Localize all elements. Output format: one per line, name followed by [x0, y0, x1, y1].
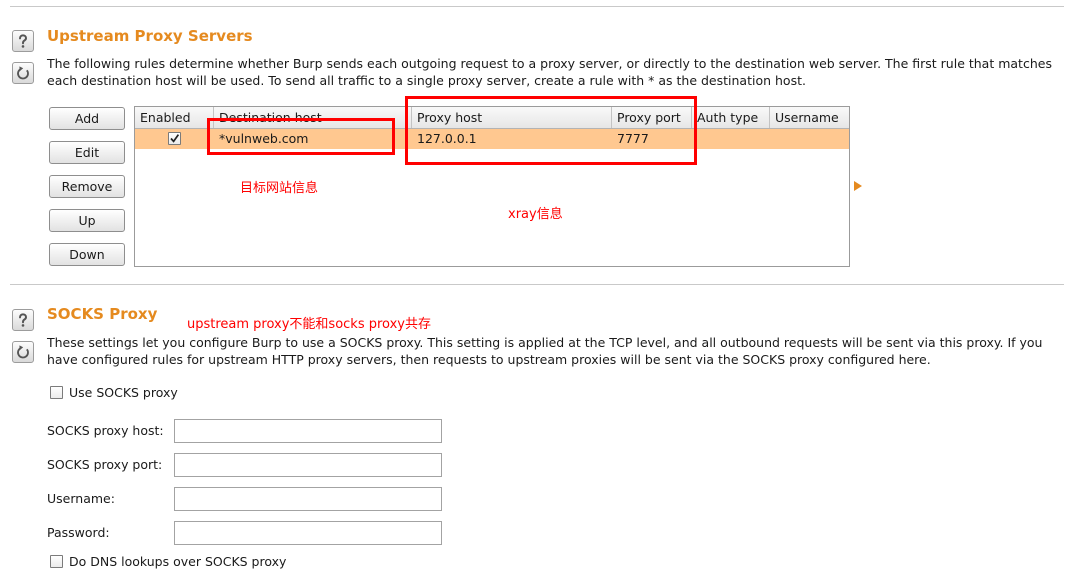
- socks-password-label: Password:: [47, 525, 110, 540]
- enabled-cell: [135, 129, 214, 149]
- enabled-checkbox[interactable]: [168, 132, 181, 145]
- remove-button[interactable]: Remove: [49, 175, 125, 198]
- help-icon: [19, 313, 28, 327]
- reset-icon-arc: [17, 347, 29, 359]
- annotation-box-proxy-host-port: [405, 96, 697, 165]
- proxy-options-page: Upstream Proxy Servers The following rul…: [0, 0, 1069, 579]
- socks-host-label: SOCKS proxy host:: [47, 423, 164, 438]
- reset-icon: [17, 66, 29, 80]
- dns-over-socks-checkbox[interactable]: [50, 555, 63, 568]
- upstream-description-line-1: The following rules determine whether Bu…: [47, 56, 1052, 71]
- right-triangle-icon[interactable]: [854, 181, 863, 191]
- column-header-username[interactable]: Username: [770, 107, 849, 128]
- column-header-enabled[interactable]: Enabled: [135, 107, 214, 128]
- help-icon-dot: [21, 324, 25, 327]
- reset-icon-arc: [17, 68, 29, 80]
- help-icon-dot: [21, 45, 25, 48]
- upstream-reset-button[interactable]: [12, 62, 34, 84]
- check-mark: [170, 134, 180, 143]
- help-icon-hook: [19, 313, 28, 324]
- socks-description-line-1: These settings let you configure Burp to…: [47, 335, 1043, 350]
- check-icon: [170, 134, 180, 143]
- use-socks-proxy-checkbox[interactable]: [50, 386, 63, 399]
- add-button[interactable]: Add: [49, 107, 125, 130]
- up-button[interactable]: Up: [49, 209, 125, 232]
- annotation-box-destination-host: [207, 118, 395, 155]
- upstream-section-title: Upstream Proxy Servers: [47, 27, 253, 45]
- socks-port-input[interactable]: [174, 453, 442, 477]
- socks-username-label: Username:: [47, 491, 115, 506]
- socks-description-line-2: have configured rules for upstream HTTP …: [47, 352, 931, 367]
- reset-icon-arrowhead: [19, 66, 24, 72]
- use-socks-proxy-label: Use SOCKS proxy: [69, 385, 178, 400]
- socks-section-title: SOCKS Proxy: [47, 305, 158, 323]
- auth-type-cell: [692, 129, 770, 149]
- socks-help-button[interactable]: [12, 309, 34, 331]
- reset-icon: [17, 345, 29, 359]
- section-divider: [10, 284, 1064, 285]
- top-divider: [10, 6, 1064, 7]
- username-cell: [770, 129, 849, 149]
- socks-username-input[interactable]: [174, 487, 442, 511]
- upstream-help-button[interactable]: [12, 30, 34, 52]
- reset-icon-arrowhead: [19, 345, 24, 351]
- dns-over-socks-label: Do DNS lookups over SOCKS proxy: [69, 554, 287, 569]
- socks-password-input[interactable]: [174, 521, 442, 545]
- socks-host-input[interactable]: [174, 419, 442, 443]
- socks-port-label: SOCKS proxy port:: [47, 457, 163, 472]
- down-button[interactable]: Down: [49, 243, 125, 266]
- edit-button[interactable]: Edit: [49, 141, 125, 164]
- right-triangle-shape: [854, 181, 862, 191]
- annotation-xray: xray信息: [508, 207, 563, 222]
- upstream-description-line-2: each destination host will be used. To s…: [47, 73, 806, 88]
- socks-reset-button[interactable]: [12, 341, 34, 363]
- annotation-target-site: 目标网站信息: [240, 181, 319, 196]
- help-icon: [19, 34, 28, 48]
- help-icon-hook: [19, 34, 28, 45]
- column-header-auth-type[interactable]: Auth type: [692, 107, 770, 128]
- annotation-coexist-note: upstream proxy不能和socks proxy共存: [187, 317, 431, 332]
